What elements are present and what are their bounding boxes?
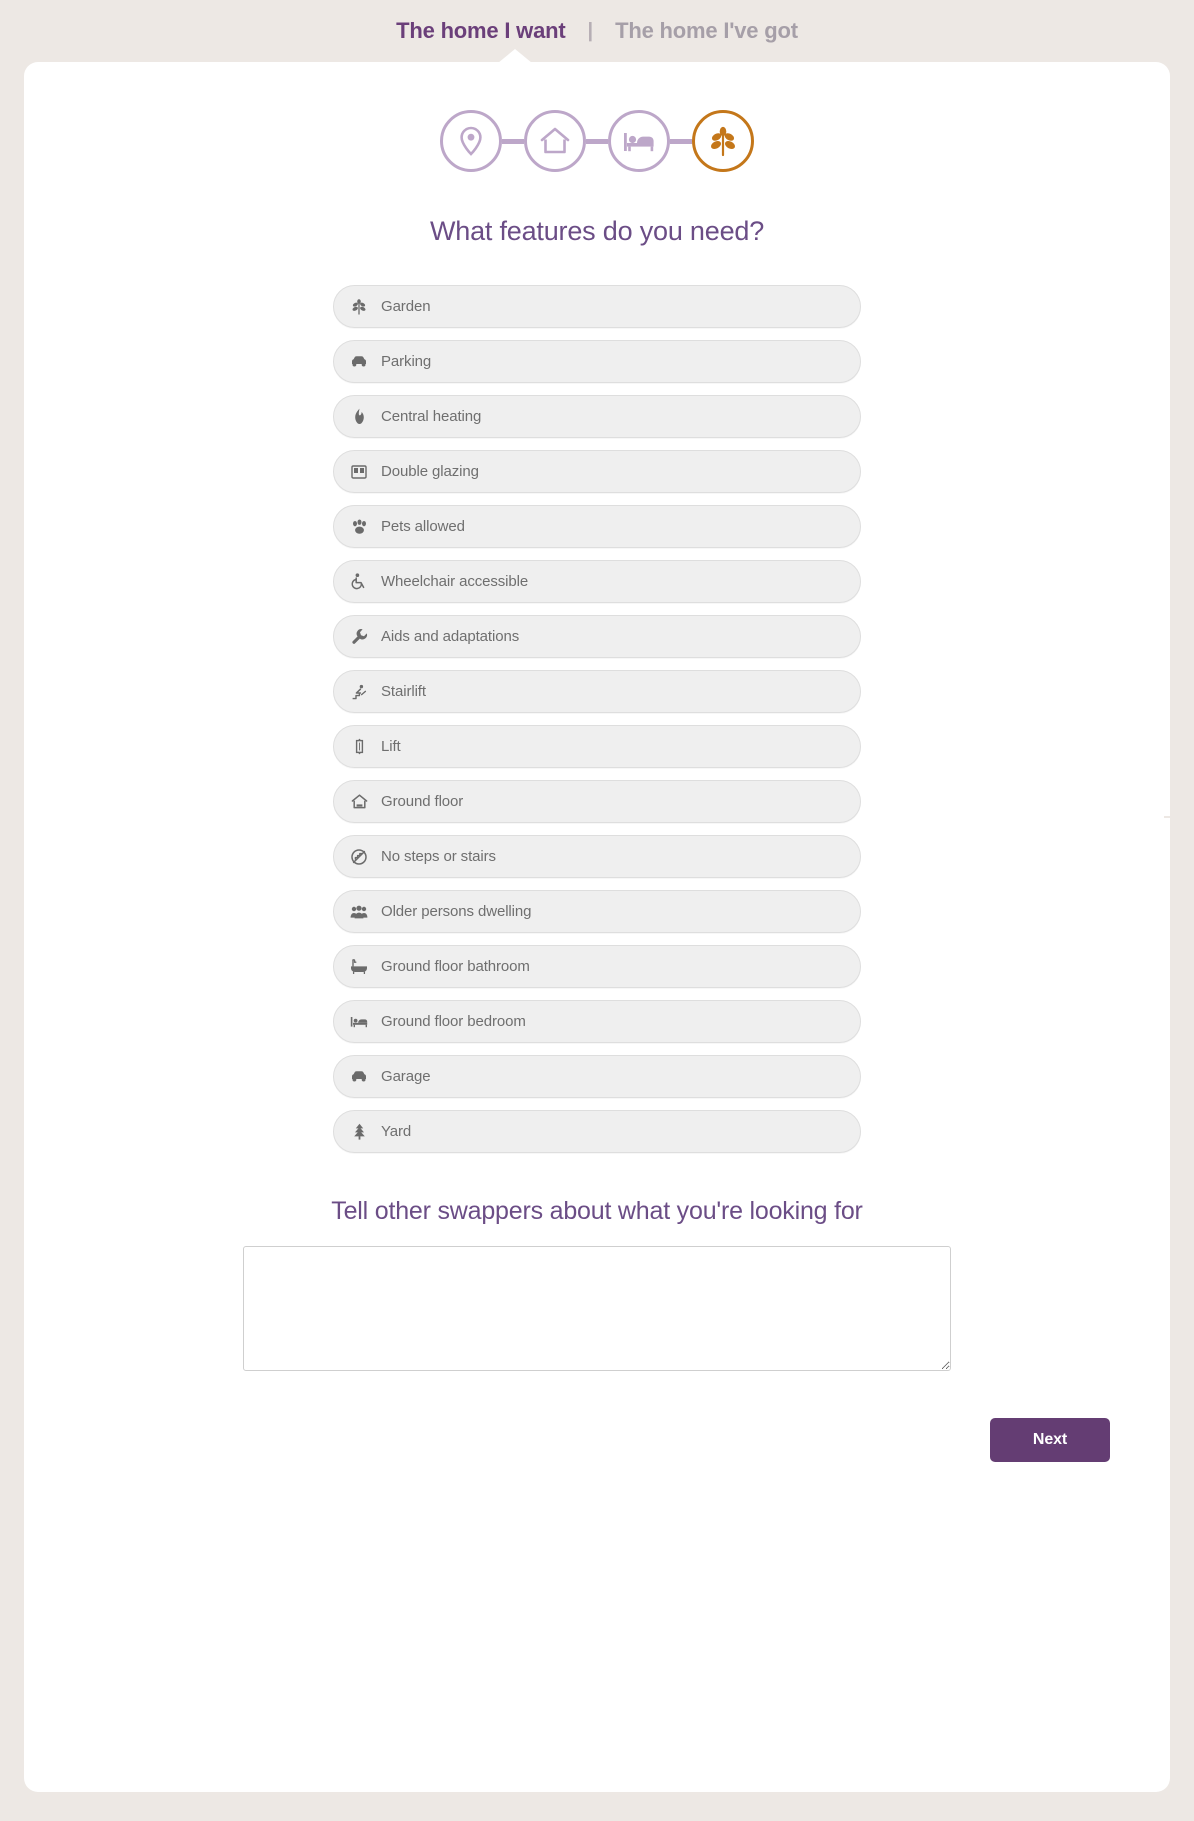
step-connector-3: [670, 138, 692, 144]
feature-option-aids-and-adaptations[interactable]: Aids and adaptations: [333, 615, 861, 658]
feature-label: Garage: [381, 1068, 431, 1085]
form-card: What features do you need? Garden Parkin…: [24, 49, 1170, 1792]
car-icon: [350, 353, 368, 371]
feature-label: Ground floor bedroom: [381, 1013, 526, 1030]
feature-label: Garden: [381, 298, 431, 315]
tab-the-home-ive-got[interactable]: The home I've got: [605, 18, 808, 44]
car-icon: [350, 1068, 368, 1086]
feature-label: Central heating: [381, 408, 482, 425]
card-notch-pointer: [498, 49, 532, 63]
ground-floor-house-icon: [350, 793, 368, 811]
notes-title: Tell other swappers about what you're lo…: [331, 1197, 863, 1225]
feature-label: Aids and adaptations: [381, 628, 520, 645]
map-pin-icon: [458, 126, 484, 156]
feature-option-stairlift[interactable]: Stairlift: [333, 670, 861, 713]
feature-option-ground-floor-bedroom[interactable]: Ground floor bedroom: [333, 1000, 861, 1043]
bed-icon: [350, 1013, 368, 1031]
feature-option-garden[interactable]: Garden: [333, 285, 861, 328]
no-steps-icon: [350, 848, 368, 866]
tab-the-home-i-want[interactable]: The home I want: [386, 18, 575, 44]
feature-option-lift[interactable]: Lift: [333, 725, 861, 768]
step-bedrooms[interactable]: [608, 110, 670, 172]
feature-label: Stairlift: [381, 683, 426, 700]
feature-option-central-heating[interactable]: Central heating: [333, 395, 861, 438]
feature-option-garage[interactable]: Garage: [333, 1055, 861, 1098]
elevator-icon: [350, 738, 368, 756]
bathtub-icon: [350, 958, 368, 976]
leaf-icon: [350, 298, 368, 316]
flame-icon: [350, 408, 368, 426]
step-location[interactable]: [440, 110, 502, 172]
feature-label: Yard: [381, 1123, 412, 1140]
feature-option-parking[interactable]: Parking: [333, 340, 861, 383]
people-group-icon: [350, 903, 368, 921]
top-tab-bar: The home I want | The home I've got: [0, 0, 1194, 62]
feature-option-ground-floor-bathroom[interactable]: Ground floor bathroom: [333, 945, 861, 988]
feature-label: Ground floor: [381, 793, 464, 810]
viewport-seam: [1164, 816, 1170, 818]
feature-label: Ground floor bathroom: [381, 958, 530, 975]
stairlift-icon: [350, 683, 368, 701]
feature-label: Double glazing: [381, 463, 479, 480]
step-connector-1: [502, 138, 524, 144]
feature-option-yard[interactable]: Yard: [333, 1110, 861, 1153]
step-connector-2: [586, 138, 608, 144]
tree-icon: [350, 1123, 368, 1141]
tab-separator: |: [587, 19, 594, 42]
feature-option-ground-floor[interactable]: Ground floor: [333, 780, 861, 823]
feature-label: No steps or stairs: [381, 848, 496, 865]
notes-field-wrapper: [243, 1246, 951, 1376]
feature-list: Garden Parking Central heating Double gl…: [333, 285, 861, 1153]
paw-icon: [350, 518, 368, 536]
step-indicator: [24, 110, 1170, 172]
feature-label: Parking: [381, 353, 432, 370]
feature-option-pets-allowed[interactable]: Pets allowed: [333, 505, 861, 548]
wheelchair-icon: [350, 573, 368, 591]
wrench-icon: [350, 628, 368, 646]
feature-label: Lift: [381, 738, 401, 755]
app-page: The home I want | The home I've got What…: [0, 0, 1194, 1821]
feature-label: Wheelchair accessible: [381, 573, 529, 590]
step-features[interactable]: [692, 110, 754, 172]
feature-option-older-persons-dwelling[interactable]: Older persons dwelling: [333, 890, 861, 933]
feature-option-wheelchair-accessible[interactable]: Wheelchair accessible: [333, 560, 861, 603]
feature-label: Older persons dwelling: [381, 903, 532, 920]
notes-textarea[interactable]: [243, 1246, 951, 1371]
page-title: What features do you need?: [429, 216, 765, 246]
feature-option-double-glazing[interactable]: Double glazing: [333, 450, 861, 493]
step-property-type[interactable]: [524, 110, 586, 172]
form-footer: Next: [24, 1376, 1170, 1462]
window-icon: [350, 463, 368, 481]
bed-icon: [622, 128, 656, 154]
feature-label: Pets allowed: [381, 518, 465, 535]
house-icon: [539, 126, 571, 156]
leaf-icon: [708, 125, 738, 157]
next-button[interactable]: Next: [990, 1418, 1110, 1462]
feature-option-no-steps-or-stairs[interactable]: No steps or stairs: [333, 835, 861, 878]
